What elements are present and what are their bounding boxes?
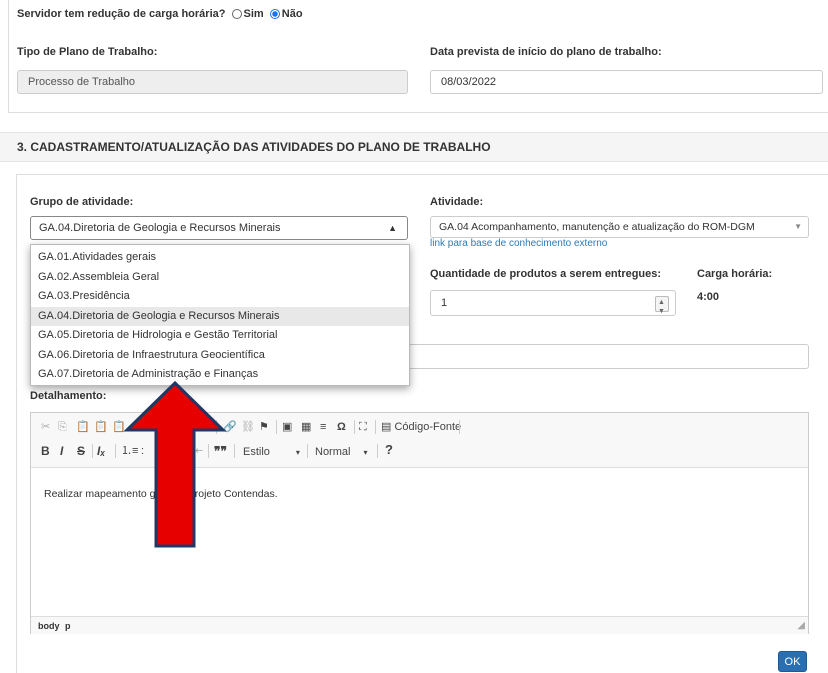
anchor-flag-icon[interactable]: ⚑ bbox=[259, 420, 269, 434]
help-icon[interactable]: ? bbox=[385, 443, 393, 457]
paste-text-icon[interactable]: 📋 bbox=[94, 420, 108, 434]
radio-no-label[interactable]: Não bbox=[282, 8, 303, 20]
strikethrough-icon[interactable]: S bbox=[77, 444, 85, 458]
cut-icon[interactable]: ✂ bbox=[41, 420, 50, 434]
group-select[interactable]: GA.04.Diretoria de Geologia e Recursos M… bbox=[30, 216, 408, 240]
stepper-arrows-icon[interactable]: ▲ ▼ bbox=[655, 296, 669, 315]
knowledge-base-link[interactable]: link para base de conhecimento externo bbox=[430, 238, 607, 249]
group-label: Grupo de atividade: bbox=[30, 196, 134, 208]
workload-value: 4:00 bbox=[697, 291, 720, 303]
ok-button[interactable]: OK bbox=[778, 651, 807, 672]
format-chevron-icon: ▾ bbox=[363, 448, 368, 457]
red-arrow-annotation bbox=[123, 380, 227, 548]
group-dropdown-list: GA.01.Atividades gerais GA.02.Assembleia… bbox=[30, 244, 410, 386]
group-select-value: GA.04.Diretoria de Geologia e Recursos M… bbox=[39, 222, 281, 234]
group-option[interactable]: GA.02.Assembleia Geral bbox=[31, 268, 409, 288]
caret-down-icon: ▼ bbox=[794, 222, 802, 231]
activity-label: Atividade: bbox=[430, 196, 484, 208]
group-option[interactable]: GA.03.Presidência bbox=[31, 287, 409, 307]
radio-no[interactable] bbox=[269, 9, 280, 19]
section-title: 3. CADASTRAMENTO/ATUALIZAÇÃO DAS ATIVIDA… bbox=[17, 140, 491, 154]
special-char-icon[interactable]: Ω bbox=[337, 420, 346, 434]
plan-type-label: Tipo de Plano de Trabalho: bbox=[17, 46, 158, 58]
activity-select[interactable]: GA.04 Acompanhamento, manutenção e atual… bbox=[430, 216, 809, 238]
style-dropdown[interactable]: Estilo ▾ bbox=[243, 445, 300, 460]
maximize-icon[interactable]: ⛶ bbox=[359, 420, 367, 434]
radio-yes-label[interactable]: Sim bbox=[244, 8, 264, 20]
caret-up-icon: ▲ bbox=[388, 223, 397, 233]
start-date-label: Data prevista de início do plano de trab… bbox=[430, 46, 662, 58]
unlink-icon[interactable]: ⛓ bbox=[241, 420, 255, 434]
source-button[interactable]: ▤ Código-Fonte bbox=[381, 420, 461, 434]
table-icon[interactable]: ▦ bbox=[301, 420, 311, 434]
quantity-stepper[interactable]: 1 ▲ ▼ bbox=[430, 290, 676, 316]
image-icon[interactable]: ▣ bbox=[282, 420, 292, 434]
path-body[interactable]: body bbox=[38, 621, 60, 631]
horizontal-line-icon[interactable]: ≡ bbox=[320, 420, 326, 434]
italic-icon[interactable]: I bbox=[60, 444, 63, 458]
detail-label: Detalhamento: bbox=[30, 390, 107, 402]
radio-yes[interactable] bbox=[231, 9, 242, 19]
editor-statusbar: body p ◢ bbox=[31, 616, 808, 634]
plan-type-field: Processo de Trabalho bbox=[17, 70, 408, 94]
activity-select-value: GA.04 Acompanhamento, manutenção e atual… bbox=[439, 221, 755, 233]
description-input[interactable] bbox=[380, 344, 809, 369]
group-option-selected[interactable]: GA.04.Diretoria de Geologia e Recursos M… bbox=[31, 306, 409, 326]
style-chevron-icon: ▾ bbox=[295, 448, 300, 457]
source-doc-icon: ▤ bbox=[381, 421, 392, 433]
quantity-label: Quantidade de produtos a serem entregues… bbox=[430, 268, 662, 280]
source-label: Código-Fonte bbox=[394, 421, 462, 433]
paste-icon[interactable]: 📋 bbox=[76, 420, 90, 434]
group-option[interactable]: GA.05.Diretoria de Hidrologia e Gestão T… bbox=[31, 326, 409, 346]
resize-grip-icon[interactable]: ◢ bbox=[797, 620, 805, 631]
style-label: Estilo bbox=[243, 446, 270, 458]
format-dropdown[interactable]: Normal ▾ bbox=[315, 445, 367, 460]
reduction-question-row: Servidor tem redução de carga horária? S… bbox=[17, 8, 303, 20]
remove-format-icon[interactable]: Iₓ bbox=[97, 444, 105, 458]
group-option[interactable]: GA.01.Atividades gerais bbox=[31, 248, 409, 268]
bold-icon[interactable]: B bbox=[41, 444, 50, 458]
group-option[interactable]: GA.06.Diretoria de Infraestrutura Geocie… bbox=[31, 346, 409, 366]
format-label: Normal bbox=[315, 446, 351, 458]
reduction-question-label: Servidor tem redução de carga horária? bbox=[17, 8, 226, 20]
workload-label: Carga horária: bbox=[697, 268, 773, 280]
path-p[interactable]: p bbox=[65, 621, 71, 631]
copy-icon[interactable]: ⎘ bbox=[58, 420, 67, 434]
start-date-input[interactable]: 08/03/2022 bbox=[430, 70, 823, 94]
arrow-shape bbox=[123, 380, 227, 548]
quantity-value: 1 bbox=[441, 297, 448, 309]
